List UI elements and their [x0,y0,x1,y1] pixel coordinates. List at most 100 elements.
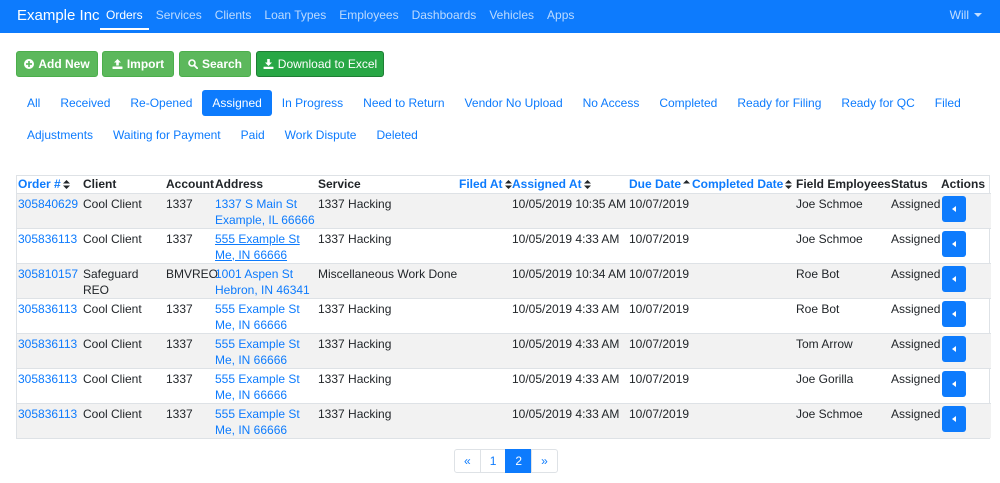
download-excel-button[interactable]: Download to Excel [256,51,384,77]
user-name: Will [949,8,969,22]
row-action-button[interactable] [942,405,966,432]
address-link[interactable]: 1001 Aspen St Hebron, IN 46341 [215,266,317,298]
row-action-button[interactable] [942,300,966,327]
order-link[interactable]: 305836113 [18,302,77,316]
filter-pill-received[interactable]: Received [50,90,120,116]
table-row: 305836113 Cool Client 1337 555 Example St Me… [17,227,991,263]
sort-icon [583,180,591,190]
page-prev-button[interactable]: « [454,449,481,473]
filter-pill-filed[interactable]: Filed [925,90,971,116]
order-link[interactable]: 305836113 [18,407,77,421]
nav-item-employees[interactable]: Employees [333,0,404,30]
search-icon [188,59,198,69]
col-completed-date[interactable]: Completed Date [691,176,795,193]
brand-logo-text[interactable]: Example Inc [17,7,100,24]
cell-field-employees: Joe Schmoe [795,402,890,438]
filter-pill-paid[interactable]: Paid [231,122,275,148]
row-action-button[interactable] [942,195,966,222]
cell-field-employees: Joe Schmoe [795,192,890,228]
nav-item-orders[interactable]: Orders [100,0,149,30]
cell-status: Assigned [890,402,940,438]
nav-item-loan-types[interactable]: Loan Types [258,0,332,30]
address-link[interactable]: 555 Example St Me, IN 66666 [215,406,317,438]
address-link[interactable]: 1337 S Main St Example, IL 66666 [215,196,317,228]
col-due-date[interactable]: Due Date [628,176,691,193]
user-menu[interactable]: Will [950,0,982,30]
filter-pill-adjustments[interactable]: Adjustments [17,122,103,148]
address-line-1: 555 Example St [215,336,300,351]
nav-item-services[interactable]: Services [150,0,208,30]
row-action-button[interactable] [942,370,966,397]
table-row: 305836113 Cool Client 1337 555 Example St Me… [17,297,991,333]
download-label: Download to Excel [277,57,378,71]
filter-pill-all[interactable]: All [17,90,50,116]
nav-item-vehicles[interactable]: Vehicles [483,0,540,30]
col-completed-date-label: Completed Date [692,177,784,192]
cell-account: 1337 [165,192,214,228]
page-1-button[interactable]: 1 [479,449,507,473]
cell-due-date: 10/07/2019 [628,297,691,333]
nav-item-clients[interactable]: Clients [209,0,258,30]
cell-assigned-at: 10/05/2019 4:33 AM [511,297,628,333]
address-line-1: 1001 Aspen St [215,266,294,281]
address-line-1: 555 Example St [215,301,300,316]
filter-pill-ready-for-qc[interactable]: Ready for QC [831,90,924,116]
cell-assigned-at: 10/05/2019 10:35 AM [511,192,628,228]
filter-pill-vendor-no-upload[interactable]: Vendor No Upload [455,90,573,116]
filter-pill-work-dispute[interactable]: Work Dispute [275,122,367,148]
address-link[interactable]: 555 Example St Me, IN 66666 [215,336,317,368]
row-action-button[interactable] [942,265,966,292]
caret-left-icon [952,415,956,422]
status-filter-row-1: All Received Re-Opened Assigned In Progress N… [17,90,977,116]
row-action-button[interactable] [942,335,966,362]
order-link[interactable]: 305836113 [18,372,77,386]
cell-field-employees: Joe Gorilla [795,367,890,403]
import-button[interactable]: Import [102,51,174,77]
caret-left-icon [952,275,956,282]
nav-item-dashboards[interactable]: Dashboards [406,0,483,30]
address-link[interactable]: 555 Example St Me, IN 66666 [215,231,317,263]
order-link[interactable]: 305836113 [18,337,77,351]
order-link[interactable]: 305810157 [18,267,78,281]
sort-ascending-icon [683,180,691,184]
order-link[interactable]: 305840629 [18,197,78,211]
cell-due-date: 10/07/2019 [628,367,691,403]
filter-pill-deleted[interactable]: Deleted [366,122,427,148]
search-label: Search [201,57,243,71]
page-2-button[interactable]: 2 [505,449,533,473]
col-filed-at[interactable]: Filed At [458,176,512,193]
address-link[interactable]: 555 Example St Me, IN 66666 [215,371,317,403]
col-actions: Actions [941,177,986,192]
table-row: 305836113 Cool Client 1337 555 Example St Me… [17,367,991,403]
filter-pill-waiting-for-payment[interactable]: Waiting for Payment [103,122,231,148]
cell-service: 1337 Hacking [317,402,458,438]
address-line-2: Me, IN 66666 [215,422,288,437]
sort-icon [62,180,70,190]
row-action-button[interactable] [942,230,966,257]
cell-order: 305836113 [17,402,82,438]
search-button[interactable]: Search [179,51,251,77]
nav-item-apps[interactable]: Apps [541,0,580,30]
add-new-button[interactable]: Add New [16,51,98,77]
cell-service: 1337 Hacking [317,192,458,228]
order-link[interactable]: 305836113 [18,232,77,246]
address-link[interactable]: 555 Example St Me, IN 66666 [215,301,317,333]
cell-assigned-at: 10/05/2019 4:33 AM [511,227,628,263]
filter-pill-need-to-return[interactable]: Need to Return [353,90,454,116]
cell-status: Assigned [890,192,940,228]
sort-icon [785,180,793,190]
cell-service: 1337 Hacking [317,297,458,333]
col-order[interactable]: Order # [17,176,82,193]
filter-pill-no-access[interactable]: No Access [573,90,650,116]
filter-pill-assigned[interactable]: Assigned [202,90,272,116]
col-service: Service [318,177,361,192]
address-line-2: Hebron, IN 46341 [215,282,310,297]
orders-table-body: 305840629 Cool Client 1337 1337 S Main St Ex… [17,192,991,438]
page-next-button[interactable]: » [531,449,558,473]
caret-left-icon [952,345,956,352]
col-assigned-at[interactable]: Assigned At [511,176,628,193]
filter-pill-completed[interactable]: Completed [649,90,727,116]
filter-pill-ready-for-filing[interactable]: Ready for Filing [727,90,831,116]
filter-pill-in-progress[interactable]: In Progress [272,90,353,116]
filter-pill-re-opened[interactable]: Re-Opened [120,90,202,116]
